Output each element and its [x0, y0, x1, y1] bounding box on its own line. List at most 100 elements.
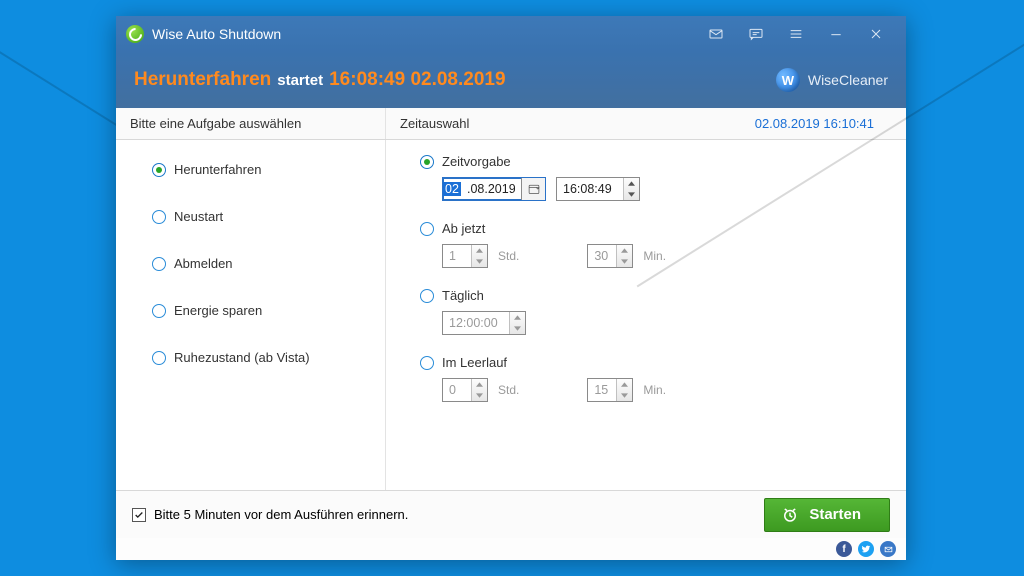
app-title: Wise Auto Shutdown — [152, 26, 281, 42]
time-header: Zeitauswahl — [400, 116, 469, 131]
time-specified-radio[interactable]: Zeitvorgabe — [420, 154, 886, 169]
task-label: Energie sparen — [174, 303, 262, 318]
mins-value[interactable] — [588, 379, 616, 401]
mins-spinner[interactable] — [616, 379, 632, 401]
task-label: Neustart — [174, 209, 223, 224]
task-label: Ruhezustand (ab Vista) — [174, 350, 310, 365]
close-icon[interactable] — [856, 16, 896, 52]
task-shutdown[interactable]: Herunterfahren — [152, 162, 367, 177]
start-button[interactable]: Starten — [764, 498, 890, 532]
radio-icon — [152, 210, 166, 224]
time-option-label: Täglich — [442, 288, 484, 303]
hours-spinner[interactable] — [471, 245, 487, 267]
status-bar: Herunterfahren startet 16:08:49 02.08.20… — [116, 52, 906, 108]
current-clock: 02.08.2019 16:10:41 — [755, 116, 892, 131]
alarm-icon — [781, 506, 799, 524]
time-fromnow-radio[interactable]: Ab jetzt — [420, 221, 886, 236]
daily-time-input[interactable] — [442, 311, 526, 335]
time-idle-radio[interactable]: Im Leerlauf — [420, 355, 886, 370]
reminder-checkbox[interactable] — [132, 508, 146, 522]
fromnow-hours-input[interactable] — [442, 244, 488, 268]
spin-up-icon[interactable] — [624, 178, 639, 189]
feedback-icon[interactable] — [736, 16, 776, 52]
spin-down-icon[interactable] — [472, 256, 487, 267]
brand-label: WiseCleaner — [808, 72, 888, 88]
hours-value[interactable] — [443, 379, 471, 401]
time-spinner[interactable] — [623, 178, 639, 200]
radio-icon — [152, 351, 166, 365]
brand-logo-icon: W — [776, 68, 800, 92]
radio-icon — [152, 257, 166, 271]
column-headers: Bitte eine Aufgabe auswählen Zeitauswahl… — [116, 108, 906, 140]
date-input[interactable] — [442, 177, 546, 201]
mail-icon[interactable] — [696, 16, 736, 52]
task-list: Herunterfahren Neustart Abmelden Energie… — [116, 140, 386, 490]
mins-unit: Min. — [643, 249, 666, 263]
task-logoff[interactable]: Abmelden — [152, 256, 367, 271]
hours-unit: Std. — [498, 249, 519, 263]
footer: Bitte 5 Minuten vor dem Ausführen erinne… — [116, 490, 906, 538]
spin-up-icon[interactable] — [617, 245, 632, 256]
time-daily-radio[interactable]: Täglich — [420, 288, 886, 303]
hours-unit: Std. — [498, 383, 519, 397]
menu-icon[interactable] — [776, 16, 816, 52]
task-label: Abmelden — [174, 256, 233, 271]
task-restart[interactable]: Neustart — [152, 209, 367, 224]
daily-spinner[interactable] — [509, 312, 525, 334]
mins-value[interactable] — [588, 245, 616, 267]
time-option-label: Ab jetzt — [442, 221, 485, 236]
spin-up-icon[interactable] — [510, 312, 525, 323]
time-daily-group: Täglich — [420, 288, 886, 335]
status-verb: startet — [277, 72, 323, 89]
mins-unit: Min. — [643, 383, 666, 397]
date-day-segment[interactable] — [443, 182, 461, 196]
facebook-icon[interactable]: f — [836, 541, 852, 557]
hours-spinner[interactable] — [471, 379, 487, 401]
time-specified-group: Zeitvorgabe — [420, 154, 886, 201]
time-options: Zeitvorgabe Ab jetzt Std. — [386, 140, 906, 490]
status-time: 16:08:49 02.08.2019 — [329, 69, 505, 91]
hours-value[interactable] — [443, 245, 471, 267]
time-value[interactable] — [557, 178, 623, 200]
minimize-icon[interactable] — [816, 16, 856, 52]
spin-down-icon[interactable] — [617, 256, 632, 267]
social-bar: f — [116, 538, 906, 560]
spin-up-icon[interactable] — [472, 379, 487, 390]
date-rest-segment[interactable] — [461, 182, 521, 196]
radio-icon — [420, 356, 434, 370]
app-icon — [126, 25, 144, 43]
spin-up-icon[interactable] — [617, 379, 632, 390]
radio-icon — [420, 289, 434, 303]
idle-mins-input[interactable] — [587, 378, 633, 402]
idle-hours-input[interactable] — [442, 378, 488, 402]
spin-down-icon[interactable] — [472, 390, 487, 401]
radio-icon — [420, 222, 434, 236]
task-energy[interactable]: Energie sparen — [152, 303, 367, 318]
radio-icon — [152, 163, 166, 177]
task-label: Herunterfahren — [174, 162, 261, 177]
fromnow-mins-input[interactable] — [587, 244, 633, 268]
tasks-header: Bitte eine Aufgabe auswählen — [116, 108, 386, 139]
calendar-dropdown-icon[interactable] — [521, 178, 545, 200]
brand-link[interactable]: W WiseCleaner — [776, 68, 888, 92]
radio-icon — [420, 155, 434, 169]
app-window: Wise Auto Shutdown Herunterfahren starte… — [116, 16, 906, 560]
time-fromnow-group: Ab jetzt Std. Min. — [420, 221, 886, 268]
spin-down-icon[interactable] — [617, 390, 632, 401]
time-option-label: Im Leerlauf — [442, 355, 507, 370]
task-hibernate[interactable]: Ruhezustand (ab Vista) — [152, 350, 367, 365]
mail-social-icon[interactable] — [880, 541, 896, 557]
twitter-icon[interactable] — [858, 541, 874, 557]
start-label: Starten — [809, 506, 861, 523]
time-input[interactable] — [556, 177, 640, 201]
status-action: Herunterfahren — [134, 69, 271, 91]
mins-spinner[interactable] — [616, 245, 632, 267]
time-option-label: Zeitvorgabe — [442, 154, 511, 169]
titlebar: Wise Auto Shutdown — [116, 16, 906, 52]
spin-down-icon[interactable] — [624, 189, 639, 200]
daily-time-value[interactable] — [443, 312, 509, 334]
spin-down-icon[interactable] — [510, 323, 525, 334]
spin-up-icon[interactable] — [472, 245, 487, 256]
reminder-label: Bitte 5 Minuten vor dem Ausführen erinne… — [154, 507, 408, 522]
radio-icon — [152, 304, 166, 318]
